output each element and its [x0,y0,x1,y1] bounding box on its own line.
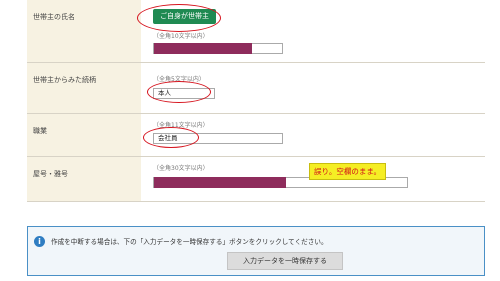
relationship-label: 世帯主からみた続柄 [27,63,141,113]
annotation-circle [137,4,221,32]
save-info-message: 作成を中断する場合は、下の「入力データを一時保存する」ボタンをクリックしてくださ… [51,238,328,246]
trade-name-field-area: （全角30文字以内） 誤り。空欄のまま。 [141,157,485,201]
row-occupation: 職業 （全角11文字以内） 会社員 [27,113,485,156]
household-form: 世帯主の氏名 ご自身が世帯主 （全角10文字以内） 世帯主からみた続柄 （全角5… [27,0,485,202]
householder-name-label: 世帯主の氏名 [27,0,141,62]
error-annotation-note: 誤り。空欄のまま。 [309,163,387,180]
row-householder-name: 世帯主の氏名 ご自身が世帯主 （全角10文字以内） [27,0,485,62]
annotation-circle [143,127,199,148]
redacted-block [154,43,252,54]
row-relationship: 世帯主からみた続柄 （全角5文字以内） 本人 [27,62,485,113]
redacted-block [154,177,286,188]
info-icon: i [34,236,45,247]
form-bottom-border [27,201,485,202]
save-info-box: i 作成を中断する場合は、下の「入力データを一時保存する」ボタンをクリックしてく… [27,226,485,276]
occupation-label: 職業 [27,114,141,156]
save-temporarily-button[interactable]: 入力データを一時保存する [227,252,343,270]
trade-name-label: 屋号・雅号 [27,157,141,201]
householder-name-hint: （全角10文字以内） [153,33,209,40]
trade-name-hint: （全角30文字以内） [153,165,209,172]
annotation-circle [147,81,211,103]
row-trade-name: 屋号・雅号 （全角30文字以内） 誤り。空欄のまま。 [27,156,485,201]
